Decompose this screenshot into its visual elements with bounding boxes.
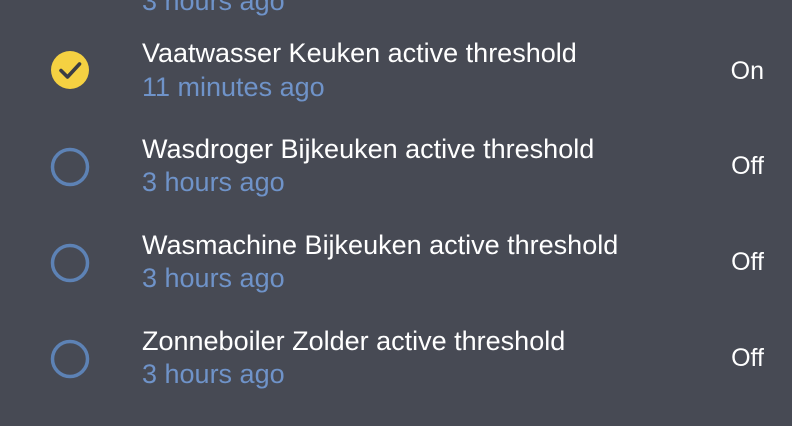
item-last-changed: 3 hours ago (142, 263, 285, 293)
item-state: Off (731, 344, 764, 372)
list-item-wasmachine-bijkeuken[interactable]: Wasmachine Bijkeuken active threshold 3 … (0, 214, 792, 310)
item-last-changed: 11 minutes ago (142, 72, 325, 102)
item-state: Off (731, 152, 764, 180)
item-state: On (730, 57, 764, 85)
circle-outline-icon (50, 147, 90, 187)
clipped-previous-subtitle: 3 hours ago (142, 0, 285, 16)
check-circle-icon (50, 50, 90, 90)
circle-outline-icon (50, 243, 90, 283)
item-title: Zonneboiler Zolder active threshold (142, 326, 566, 356)
entity-list: 3 hours ago Vaatwasser Keuken active thr… (0, 0, 792, 426)
circle-outline-icon (50, 339, 90, 379)
item-last-changed: 3 hours ago (142, 167, 285, 197)
item-state: Off (731, 248, 764, 276)
item-title: Wasdroger Bijkeuken active threshold (142, 134, 595, 164)
item-title: Wasmachine Bijkeuken active threshold (142, 230, 619, 260)
item-title: Vaatwasser Keuken active threshold (142, 38, 577, 68)
item-last-changed: 3 hours ago (142, 359, 285, 389)
list-item-vaatwasser-keuken[interactable]: Vaatwasser Keuken active threshold 11 mi… (0, 22, 792, 118)
list-item-zonneboiler-zolder[interactable]: Zonneboiler Zolder active threshold 3 ho… (0, 310, 792, 406)
list-item-wasdroger-bijkeuken[interactable]: Wasdroger Bijkeuken active threshold 3 h… (0, 118, 792, 214)
